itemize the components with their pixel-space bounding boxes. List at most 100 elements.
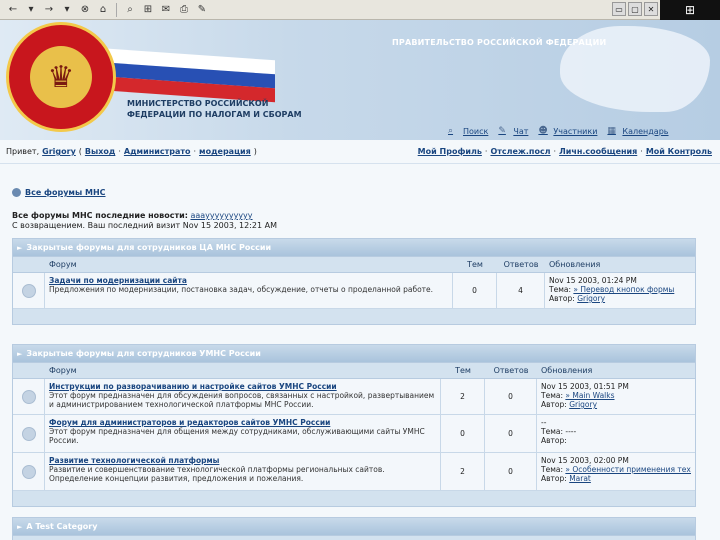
forum-topics: 0: [453, 273, 497, 308]
forum-replies: 0: [485, 379, 537, 414]
forum-topics: 0: [441, 415, 485, 452]
category-block: ► A Test Category: [12, 517, 696, 540]
forum-intro: Все форумы МНС Все форумы МНС последние …: [12, 188, 696, 231]
category-arrow-icon: ►: [17, 522, 23, 531]
print-icon[interactable]: ⎙: [177, 3, 191, 17]
forum-topics: 2: [441, 379, 485, 414]
col-topics: Тем: [467, 260, 483, 269]
forum-status-icon: [21, 464, 36, 479]
column-headers: Форум Тем Ответов Обновления: [13, 256, 695, 273]
last-post-topic-link[interactable]: » Перевод кнопок формы: [573, 285, 674, 294]
moderation-link[interactable]: модерация: [199, 147, 251, 156]
column-headers: Форум Тем Ответов Обновления: [13, 362, 695, 379]
my-profile-link[interactable]: Мой Профиль: [418, 147, 482, 156]
col-replies: Ответов: [503, 260, 539, 269]
forum-status-icon: [21, 389, 36, 404]
category-footer: [13, 309, 695, 324]
toolbar-separator: [116, 2, 117, 17]
forum-name-link[interactable]: Задачи по модернизации сайта: [49, 276, 448, 285]
edit-icon[interactable]: ✎: [195, 3, 209, 17]
forum-topics: 2: [441, 453, 485, 490]
private-messages-link[interactable]: Личн.сообщения: [559, 147, 637, 156]
breadcrumb: Все форумы МНС: [12, 188, 696, 197]
home-icon[interactable]: ⌂: [96, 3, 110, 17]
chat-icon: ✎: [498, 126, 506, 136]
last-post-topic-link[interactable]: » Main Walks: [565, 391, 614, 400]
col-forum: Форум: [49, 366, 77, 375]
last-post-topic: ----: [565, 427, 577, 436]
ministry-emblem-icon[interactable]: ♛: [6, 22, 116, 132]
back-icon[interactable]: ←: [6, 3, 20, 17]
ministry-title-line2: ФЕДЕРАЦИИ ПО НАЛОГАМ И СБОРАМ: [127, 110, 302, 119]
favorites-icon[interactable]: ⊞: [141, 3, 155, 17]
close-icon[interactable]: ✕: [644, 2, 658, 16]
stop-icon[interactable]: ⊗: [78, 3, 92, 17]
ministry-title: МИНИСТЕРСТВО РОССИЙСКОЙ ФЕДЕРАЦИИ ПО НАЛ…: [127, 98, 302, 120]
search-icon: ⌕: [448, 126, 454, 136]
category-block: ► Закрытые форумы для сотрудников ЦА МНС…: [12, 238, 696, 325]
top-nav: ⌕ Поиск ✎ Чат ☻ Участники ▦ Календарь: [448, 126, 669, 136]
breadcrumb-link[interactable]: Все форумы МНС: [25, 188, 106, 197]
nav-calendar[interactable]: ▦ Календарь: [607, 126, 668, 136]
category-header[interactable]: ► Закрытые форумы для сотрудников УМНС Р…: [13, 345, 695, 362]
forum-replies: 4: [497, 273, 545, 308]
category-arrow-icon: ►: [17, 243, 23, 252]
ministry-title-line1: МИНИСТЕРСТВО РОССИЙСКОЙ: [127, 99, 269, 108]
nav-search-label: Поиск: [463, 126, 489, 136]
last-post-date: Nov 15 2003, 01:51 PM: [541, 382, 629, 391]
col-replies: Ответов: [493, 366, 529, 375]
last-post-author-link[interactable]: Grigory: [569, 400, 597, 409]
category-arrow-icon: ►: [17, 349, 23, 358]
last-post-author-link[interactable]: Marat: [569, 474, 591, 483]
last-post-author-link[interactable]: Grigory: [577, 294, 605, 303]
admin-link[interactable]: Администрато: [124, 147, 191, 156]
forum-description: Этот форум предназначен для обсуждения в…: [49, 391, 435, 409]
col-updates: Обновления: [541, 366, 593, 375]
forum-description: Предложения по модернизации, постановка …: [49, 285, 434, 294]
new-posts-link[interactable]: Отслеж.посл: [490, 147, 550, 156]
forum-row: Форум для администраторов и редакторов с…: [13, 415, 695, 453]
category-title: Закрытые форумы для сотрудников ЦА МНС Р…: [26, 243, 272, 252]
category-header[interactable]: ► Закрытые форумы для сотрудников ЦА МНС…: [13, 239, 695, 256]
nav-chat[interactable]: ✎ Чат: [498, 126, 528, 136]
logout-link[interactable]: Выход: [85, 147, 115, 156]
forward-icon[interactable]: →: [42, 3, 56, 17]
mail-icon[interactable]: ✉: [159, 3, 173, 17]
forum-description: Развитие и совершенствование технологиче…: [49, 465, 385, 483]
forum-name-link[interactable]: Развитие технологической платформы: [49, 456, 436, 465]
forum-replies: 0: [485, 453, 537, 490]
forum-status-icon: [21, 426, 36, 441]
category-header[interactable]: ► A Test Category: [13, 518, 695, 535]
double-eagle-icon: ♛: [30, 46, 92, 108]
forward-dropdown-icon[interactable]: ▾: [60, 3, 74, 17]
windows-logo-icon: ⊞: [660, 0, 720, 20]
forum-row: Развитие технологической платформы Разви…: [13, 453, 695, 491]
user-bar-left: Привет, Grigory ( Выход · Администрато ·…: [6, 147, 257, 156]
username-link[interactable]: Grigory: [42, 147, 76, 156]
user-bar: Привет, Grigory ( Выход · Администрато ·…: [0, 140, 720, 164]
forum-name-link[interactable]: Инструкции по разворачиванию и настройке…: [49, 382, 436, 391]
nav-members-label: Участники: [553, 126, 598, 136]
nav-members[interactable]: ☻ Участники: [538, 126, 597, 136]
forum-home-icon: [12, 188, 21, 197]
col-forum: Форум: [49, 260, 77, 269]
last-post-date: Nov 15 2003, 01:24 PM: [549, 276, 637, 285]
maximize-icon[interactable]: ▢: [628, 2, 642, 16]
category-footer: [13, 491, 695, 506]
search-toolbar-icon[interactable]: ⌕: [123, 3, 137, 17]
users-icon: ☻: [538, 126, 548, 136]
back-dropdown-icon[interactable]: ▾: [24, 3, 38, 17]
column-headers: [13, 535, 695, 540]
news-link[interactable]: ааауууууууууу: [190, 211, 252, 220]
category-title: Закрытые форумы для сотрудников УМНС Рос…: [26, 349, 261, 358]
site-header: ♛ ПРАВИТЕЛЬСТВО РОССИЙСКОЙ ФЕДЕРАЦИИ МИН…: [0, 20, 720, 140]
nav-search[interactable]: ⌕ Поиск: [448, 126, 488, 136]
forum-name-link[interactable]: Форум для администраторов и редакторов с…: [49, 418, 436, 427]
government-title[interactable]: ПРАВИТЕЛЬСТВО РОССИЙСКОЙ ФЕДЕРАЦИИ: [392, 38, 606, 47]
my-controls-link[interactable]: Мой Контроль: [646, 147, 712, 156]
last-post-topic-link[interactable]: » Особенности применения техн...: [565, 465, 691, 474]
last-post-date: Nov 15 2003, 02:00 PM: [541, 456, 629, 465]
forum-description: Этот форум предназначен для общения межд…: [49, 427, 425, 445]
minimize-icon[interactable]: ▭: [612, 2, 626, 16]
nav-chat-label: Чат: [513, 126, 529, 136]
